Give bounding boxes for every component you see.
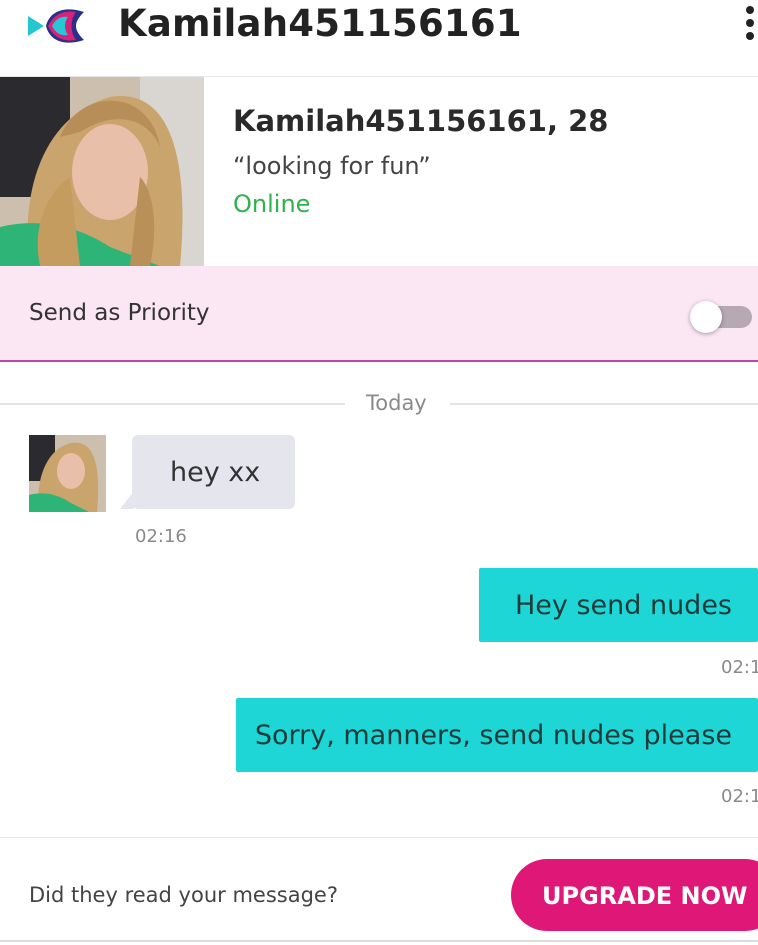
outgoing-message-bubble[interactable]: Sorry, manners, send nudes please (236, 698, 758, 772)
bottom-divider (0, 940, 758, 942)
profile-photo[interactable] (0, 77, 204, 266)
send-priority-toggle[interactable] (690, 301, 752, 333)
profile-card[interactable]: Kamilah451156161, 28 “looking for fun” O… (0, 77, 758, 267)
divider-line-left (0, 403, 345, 405)
sender-avatar[interactable] (29, 435, 106, 512)
read-receipt-prompt: Did they read your message? (29, 883, 338, 907)
online-status: Online (233, 190, 311, 218)
outgoing-message-bubble[interactable]: Hey send nudes (479, 568, 758, 642)
read-receipt-upsell: Did they read your message? UPGRADE NOW (0, 837, 758, 945)
kebab-menu-icon[interactable] (746, 6, 758, 40)
upgrade-now-button[interactable]: UPGRADE NOW (511, 859, 758, 931)
message-text: Sorry, manners, send nudes please (254, 720, 732, 751)
incoming-message-bubble[interactable]: hey xx (120, 435, 295, 509)
message-text: hey xx (170, 457, 261, 488)
message-text: Hey send nudes (514, 590, 732, 621)
profile-tagline: “looking for fun” (233, 152, 431, 180)
fish-logo-icon[interactable] (26, 2, 90, 50)
page-title: Kamilah451156161 (118, 2, 522, 45)
send-priority-row: Send as Priority (0, 266, 758, 362)
profile-name-age: Kamilah451156161, 28 (233, 104, 609, 138)
upgrade-button-label: UPGRADE NOW (542, 882, 748, 910)
message-timestamp: 02:16 (135, 526, 187, 547)
message-timestamp: 02:1 (721, 657, 758, 678)
date-divider-label: Today (366, 391, 427, 415)
toggle-knob (690, 301, 722, 333)
divider-line-right (450, 403, 758, 405)
kebab-dot (746, 19, 754, 27)
message-timestamp: 02:1 (721, 786, 758, 807)
bubble-tail (120, 491, 134, 509)
send-priority-label: Send as Priority (29, 300, 210, 326)
app-header: Kamilah451156161 (0, 0, 758, 77)
kebab-dot (746, 32, 754, 40)
kebab-dot (746, 6, 754, 14)
